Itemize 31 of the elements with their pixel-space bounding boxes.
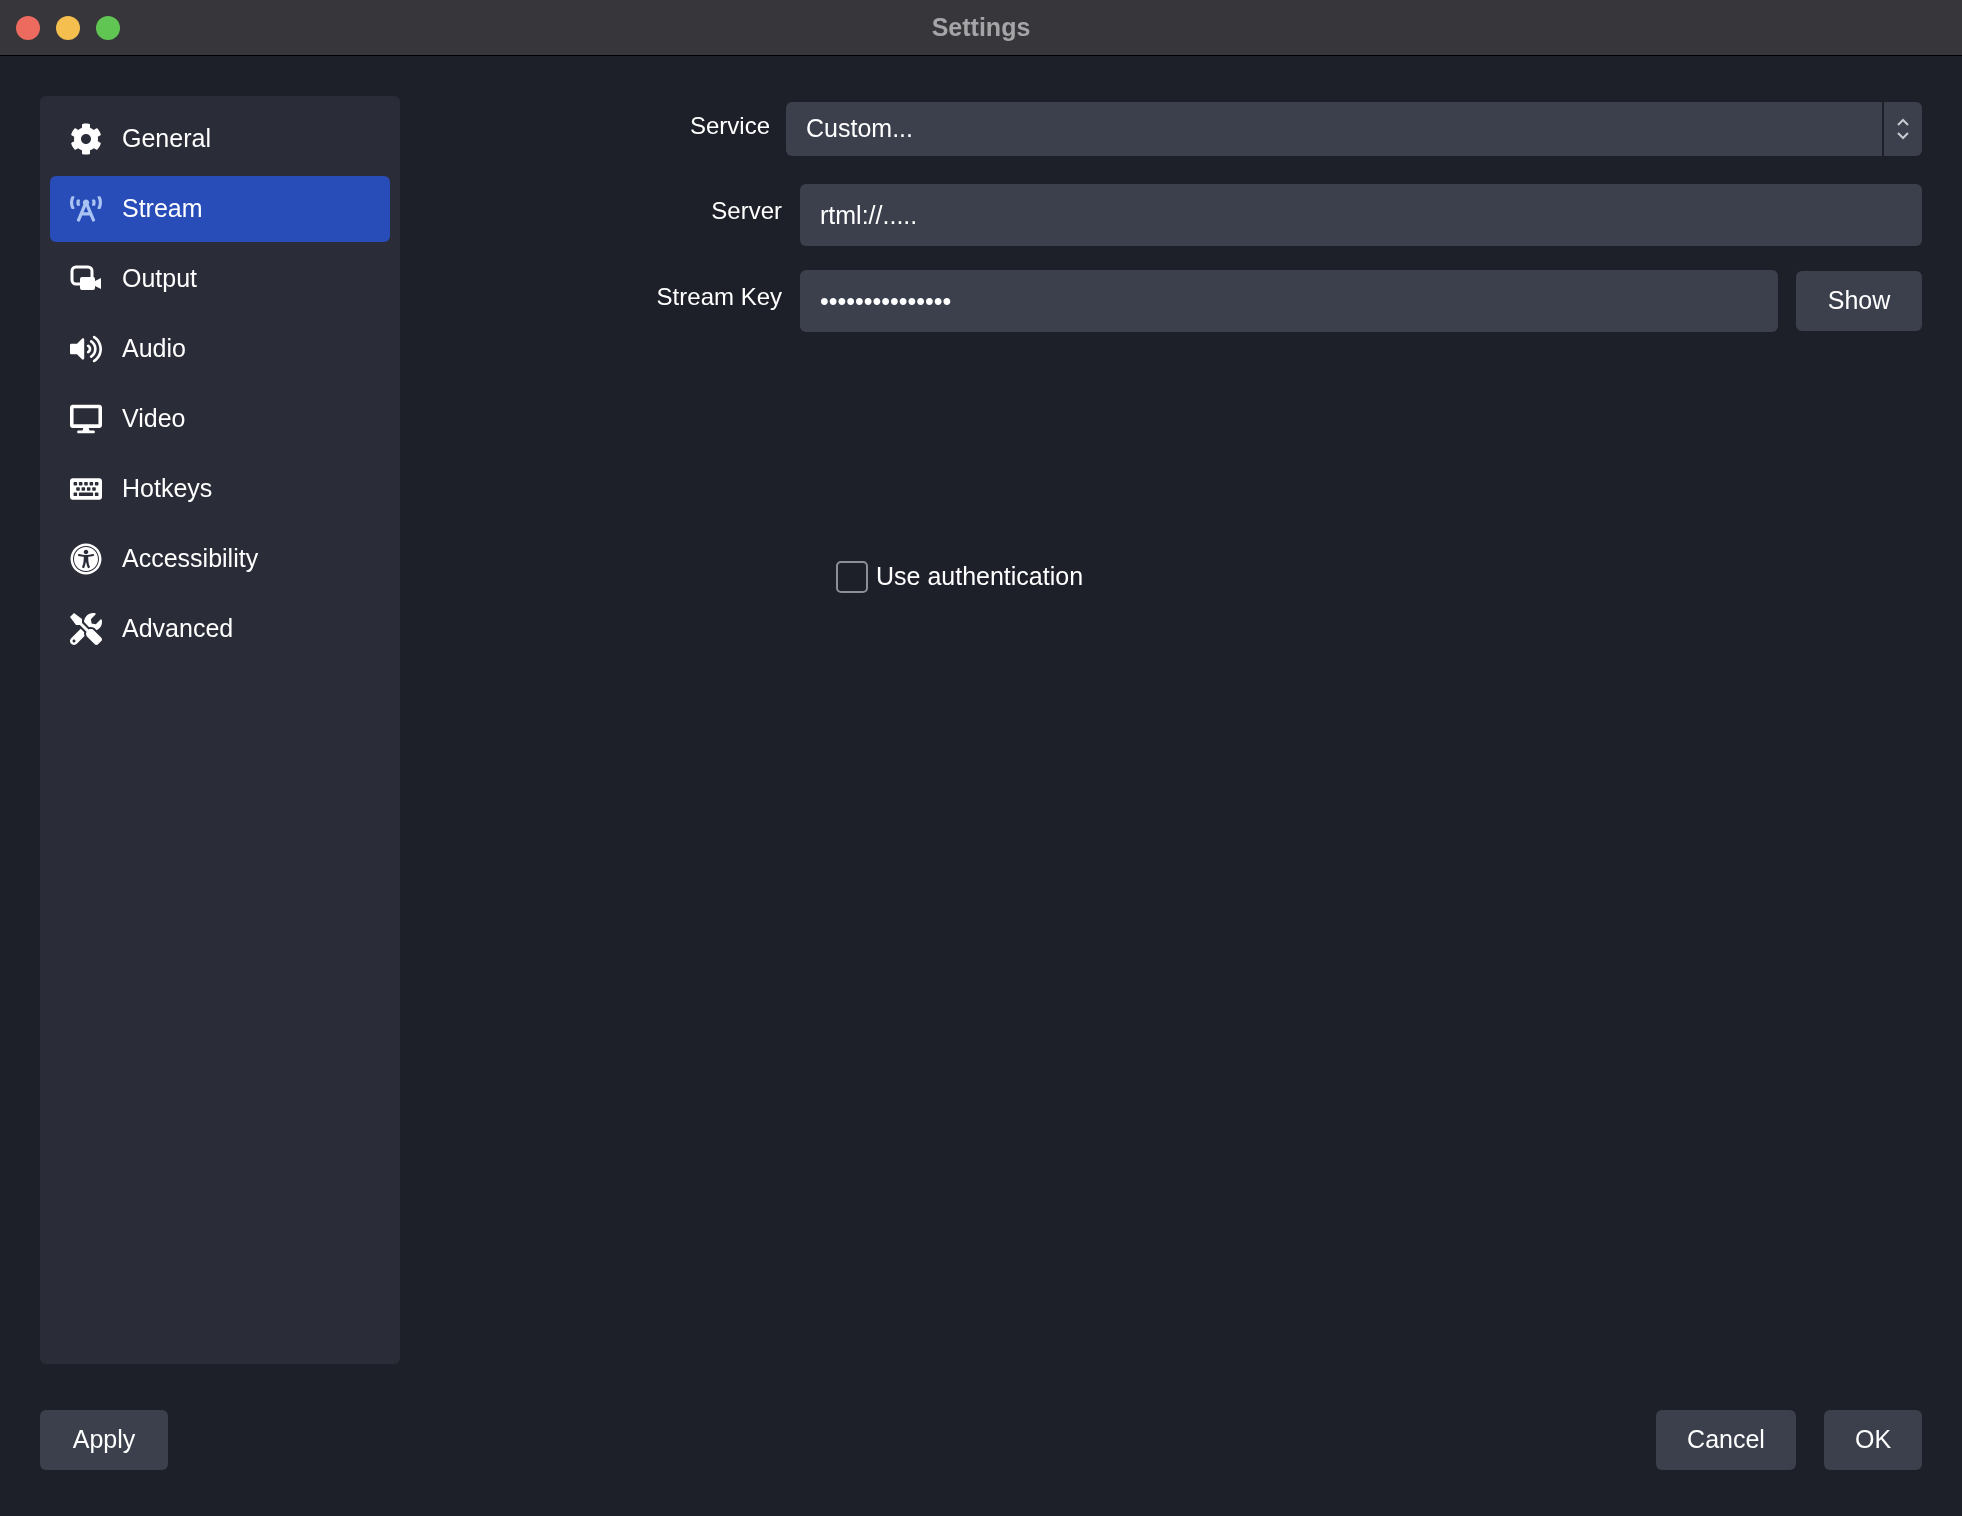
speaker-icon — [70, 333, 102, 365]
monitor-icon — [70, 403, 102, 435]
sidebar-item[interactable]: Accessibility — [50, 526, 390, 592]
checkbox[interactable] — [836, 560, 868, 593]
sidebar-item[interactable]: Hotkeys — [50, 456, 390, 522]
server-field[interactable]: rtml://..... — [800, 184, 1922, 246]
sidebar-item[interactable]: Audio — [50, 316, 390, 382]
tools-icon — [70, 613, 102, 645]
apply-button[interactable]: Apply — [40, 1410, 168, 1470]
stream-key-field[interactable]: ••••••••••••••• — [800, 270, 1778, 332]
window-title: Settings — [931, 11, 1031, 43]
sidebar-item[interactable]: Video — [50, 386, 390, 452]
sidebar-item[interactable]: Output — [50, 246, 390, 312]
checkbox-label: Use authentication — [876, 561, 1084, 592]
service-select[interactable]: Custom... — [786, 102, 1922, 156]
sidebar-item[interactable]: General — [50, 106, 390, 172]
chevrons-icon — [1896, 116, 1910, 142]
sidebar-item[interactable]: Advanced — [50, 596, 390, 662]
sidebar-item[interactable]: Stream — [50, 176, 390, 242]
gear-icon — [70, 123, 102, 155]
field-label: Service — [688, 111, 770, 141]
close-button[interactable] — [16, 16, 40, 40]
antenna-icon — [70, 193, 102, 225]
cancel-button[interactable]: Cancel — [1656, 1410, 1796, 1470]
zoom-button[interactable] — [96, 16, 120, 40]
field-label: Server — [710, 196, 782, 226]
minimize-button[interactable] — [56, 16, 80, 40]
show-button[interactable]: Show — [1796, 271, 1922, 331]
ok-button[interactable]: OK — [1824, 1410, 1922, 1470]
field-label: Stream Key — [655, 282, 782, 312]
accessibility-icon — [70, 543, 102, 575]
